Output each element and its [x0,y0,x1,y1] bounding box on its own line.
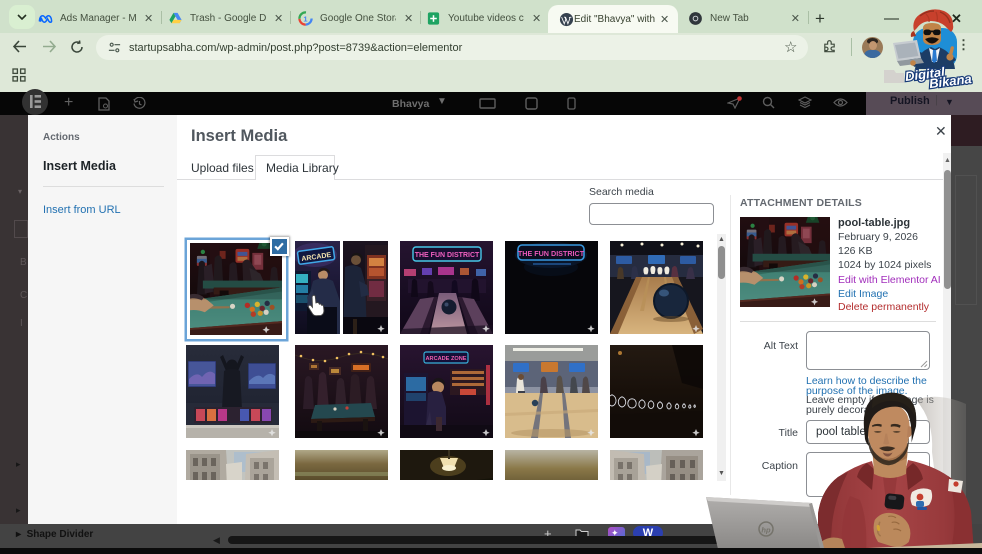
svg-text:ARCADE ZONE: ARCADE ZONE [425,356,466,362]
svg-text:THE FUN DISTRICT: THE FUN DISTRICT [415,252,480,259]
svg-text:1: 1 [303,14,307,23]
svg-text:THE FUN DISTRICT: THE FUN DISTRICT [518,249,585,258]
